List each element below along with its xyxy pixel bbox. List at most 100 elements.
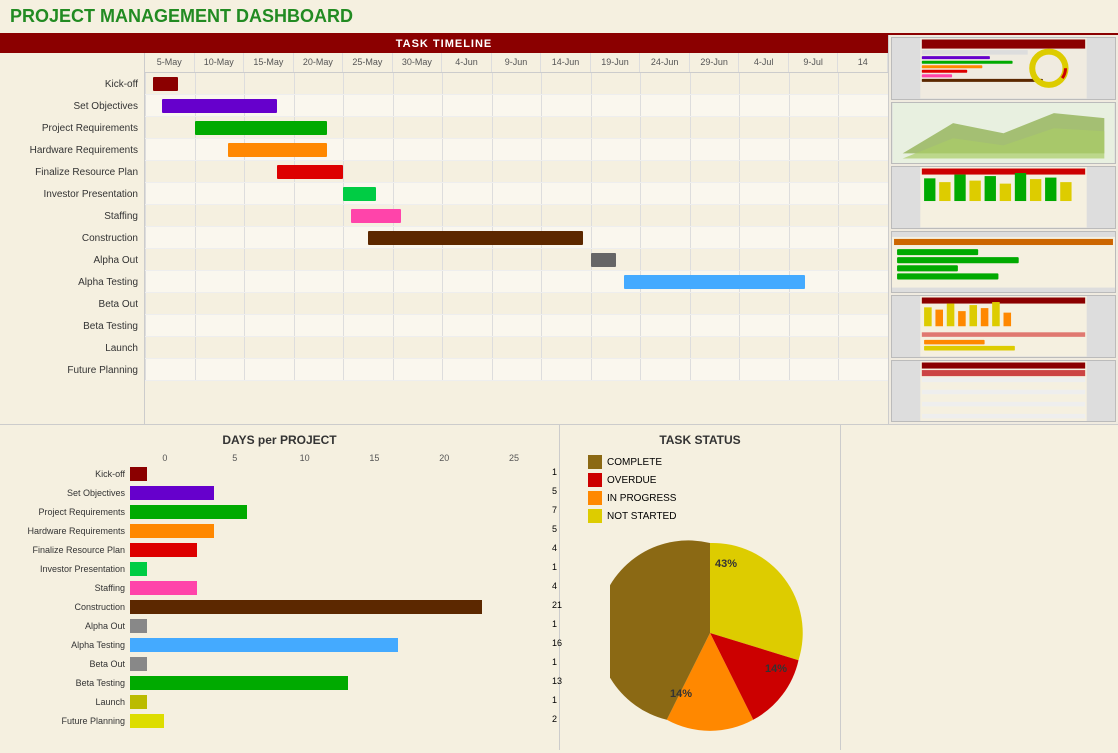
- bar-container: 2: [130, 714, 549, 728]
- bar-value-text: 1: [552, 467, 557, 477]
- thumb-2: [891, 102, 1116, 165]
- gantt-grid-line: [690, 337, 691, 358]
- gantt-row: [145, 249, 888, 271]
- gantt-grid-line: [789, 117, 790, 138]
- bottom-section: DAYS per PROJECT 0510152025 Kick-off1Set…: [0, 425, 1118, 750]
- gantt-grid-line: [195, 227, 196, 248]
- bar-value-text: 5: [552, 486, 557, 496]
- bar-value-text: 4: [552, 581, 557, 591]
- gantt-grid-line: [640, 337, 641, 358]
- gantt-bar: [153, 77, 178, 91]
- gantt-grid-line: [789, 183, 790, 204]
- gantt-grid-line: [244, 293, 245, 314]
- gantt-grid-line: [393, 315, 394, 336]
- bar-container: 4: [130, 543, 549, 557]
- bar-chart-label: Finalize Resource Plan: [10, 545, 130, 555]
- gantt-grid-line: [393, 73, 394, 94]
- gantt-grid-line: [640, 227, 641, 248]
- gantt-grid-line: [442, 73, 443, 94]
- gantt-grid-line: [492, 161, 493, 182]
- gantt-grid-line: [591, 205, 592, 226]
- gantt-grid-line: [838, 117, 839, 138]
- gantt-grid-line: [789, 249, 790, 270]
- gantt-grid-line: [690, 117, 691, 138]
- legend-label: NOT STARTED: [607, 511, 676, 522]
- right-panel: [840, 425, 1118, 750]
- gantt-grid-line: [393, 183, 394, 204]
- gantt-grid-line: [244, 161, 245, 182]
- gantt-grid-line: [739, 205, 740, 226]
- gantt-bar: [343, 187, 376, 201]
- gantt-grid-line: [591, 337, 592, 358]
- gantt-grid-line: [244, 359, 245, 380]
- bar-chart-label: Future Planning: [10, 716, 130, 726]
- gantt-date-label: 24-Jun: [640, 53, 690, 72]
- bar-fill: [130, 543, 197, 557]
- gantt-grid-line: [343, 293, 344, 314]
- task-label: Project Requirements: [0, 117, 144, 139]
- bar-value-text: 1: [552, 695, 557, 705]
- bar-chart-label: Hardware Requirements: [10, 526, 130, 536]
- bar-fill: [130, 486, 214, 500]
- gantt-grid-line: [838, 139, 839, 160]
- gantt-grid-line: [541, 95, 542, 116]
- legend-color-box: [588, 491, 602, 505]
- gantt-grid-line: [640, 95, 641, 116]
- gantt-grid-line: [492, 117, 493, 138]
- gantt-bar: [162, 99, 278, 113]
- bar-chart-row: Finalize Resource Plan4: [10, 541, 549, 559]
- gantt-grid-line: [195, 73, 196, 94]
- bar-container: 7: [130, 505, 549, 519]
- thumb-1: [891, 37, 1116, 100]
- gantt-grid-line: [690, 227, 691, 248]
- bar-fill: [130, 638, 398, 652]
- gantt-grid-line: [393, 337, 394, 358]
- bar-chart: Kick-off1Set Objectives5Project Requirem…: [10, 465, 549, 730]
- gantt-grid-line: [294, 205, 295, 226]
- bar-axis-label: 0: [130, 453, 200, 463]
- gantt-grid-line: [690, 315, 691, 336]
- gantt-date-label: 14-Jun: [541, 53, 591, 72]
- gantt-grid-line: [838, 315, 839, 336]
- task-status-area: TASK STATUS COMPLETEOVERDUEIN PROGRESSNO…: [560, 425, 840, 750]
- gantt-grid-line: [294, 315, 295, 336]
- gantt-grid-line: [195, 315, 196, 336]
- gantt-grid-line: [145, 183, 146, 204]
- gantt-grid-line: [541, 139, 542, 160]
- gantt-grid-line: [343, 73, 344, 94]
- gantt-grid-line: [195, 337, 196, 358]
- thumb-3: [891, 166, 1116, 229]
- gantt-grid-line: [789, 161, 790, 182]
- gantt-grid-line: [591, 73, 592, 94]
- gantt-grid-line: [492, 205, 493, 226]
- legend-label: IN PROGRESS: [607, 493, 676, 504]
- gantt-grid-line: [393, 95, 394, 116]
- bar-value-text: 21: [552, 600, 562, 610]
- gantt-grid-line: [145, 205, 146, 226]
- gantt-chart: 5-May10-May15-May20-May25-May30-May4-Jun…: [145, 53, 888, 424]
- gantt-grid-line: [343, 337, 344, 358]
- gantt-grid-line: [343, 95, 344, 116]
- bar-axis-label: 15: [339, 453, 409, 463]
- bar-container: 21: [130, 600, 549, 614]
- gantt-grid-line: [789, 315, 790, 336]
- gantt-grid-line: [640, 161, 641, 182]
- status-title: TASK STATUS: [659, 433, 740, 447]
- gantt-header: TASK TIMELINE: [0, 35, 888, 53]
- legend-item: COMPLETE: [588, 455, 676, 469]
- gantt-grid-line: [838, 337, 839, 358]
- gantt-container: Kick-offSet ObjectivesProject Requiremen…: [0, 53, 888, 424]
- gantt-grid-line: [789, 205, 790, 226]
- gantt-grid-line: [492, 315, 493, 336]
- gantt-grid-line: [739, 139, 740, 160]
- gantt-grid-line: [195, 293, 196, 314]
- gantt-date-label: 4-Jul: [739, 53, 789, 72]
- gantt-grid-line: [145, 73, 146, 94]
- gantt-date-label: 15-May: [244, 53, 294, 72]
- gantt-grid-line: [492, 337, 493, 358]
- gantt-grid-line: [294, 249, 295, 270]
- bar-fill: [130, 562, 147, 576]
- gantt-grid-line: [838, 293, 839, 314]
- gantt-grid-line: [343, 315, 344, 336]
- gantt-grid-line: [739, 359, 740, 380]
